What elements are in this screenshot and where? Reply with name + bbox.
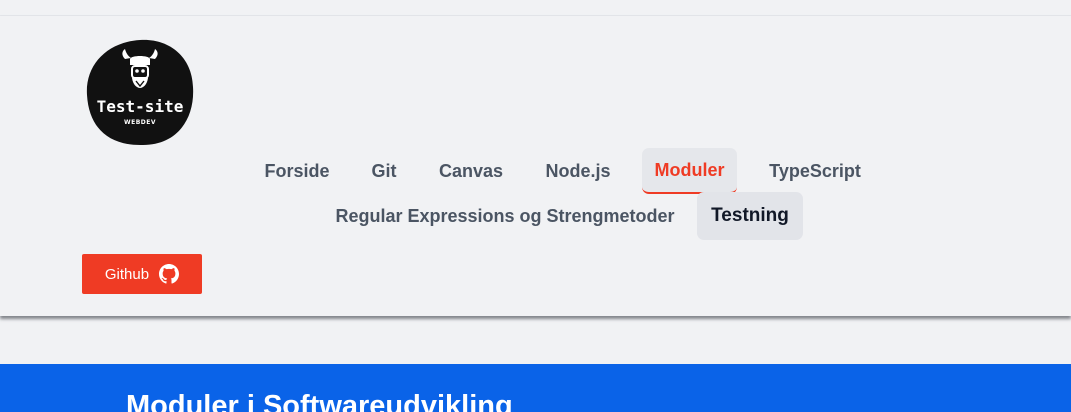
nav-item-label: TypeScript: [769, 160, 861, 181]
top-strip: [0, 0, 1071, 16]
nav-item-label: Node.js: [545, 160, 611, 181]
nav-item-label: Moduler: [654, 159, 725, 180]
github-button[interactable]: Github: [82, 254, 202, 294]
page-title: Moduler i Softwareudvikling: [126, 390, 513, 412]
hero-section: Moduler i Softwareudvikling: [0, 364, 1071, 412]
nav-item-canvas[interactable]: Canvas: [427, 148, 515, 194]
nav-item-git[interactable]: Git: [358, 148, 410, 194]
logo-icon: Test-site WEBDEV: [86, 39, 194, 146]
nav-item-label: Forside: [264, 160, 330, 181]
logo-subtext: WEBDEV: [124, 119, 156, 126]
nav-item-forside[interactable]: Forside: [252, 148, 342, 194]
github-button-label: Github: [104, 265, 150, 283]
site-logo[interactable]: Test-site WEBDEV: [85, 37, 195, 147]
nav-item-label: Testning: [711, 205, 789, 226]
nav-item-testning[interactable]: Testning: [697, 192, 803, 240]
nav-item-label: Canvas: [438, 160, 504, 181]
logo-text: Test-site: [97, 97, 184, 116]
nav-item-moduler[interactable]: Moduler: [642, 148, 737, 194]
github-icon: [159, 264, 180, 284]
nav-item-typescript[interactable]: TypeScript: [756, 148, 874, 194]
nav-item-regex[interactable]: Regular Expressions og Strengmetoder: [328, 193, 682, 239]
nav-item-label: Regular Expressions og Strengmetoder: [335, 205, 675, 226]
site-header: Test-site WEBDEV Forside Git Canvas Node…: [0, 16, 1071, 316]
nav-item-label: Git: [371, 160, 397, 181]
nav-item-nodejs[interactable]: Node.js: [533, 148, 623, 194]
